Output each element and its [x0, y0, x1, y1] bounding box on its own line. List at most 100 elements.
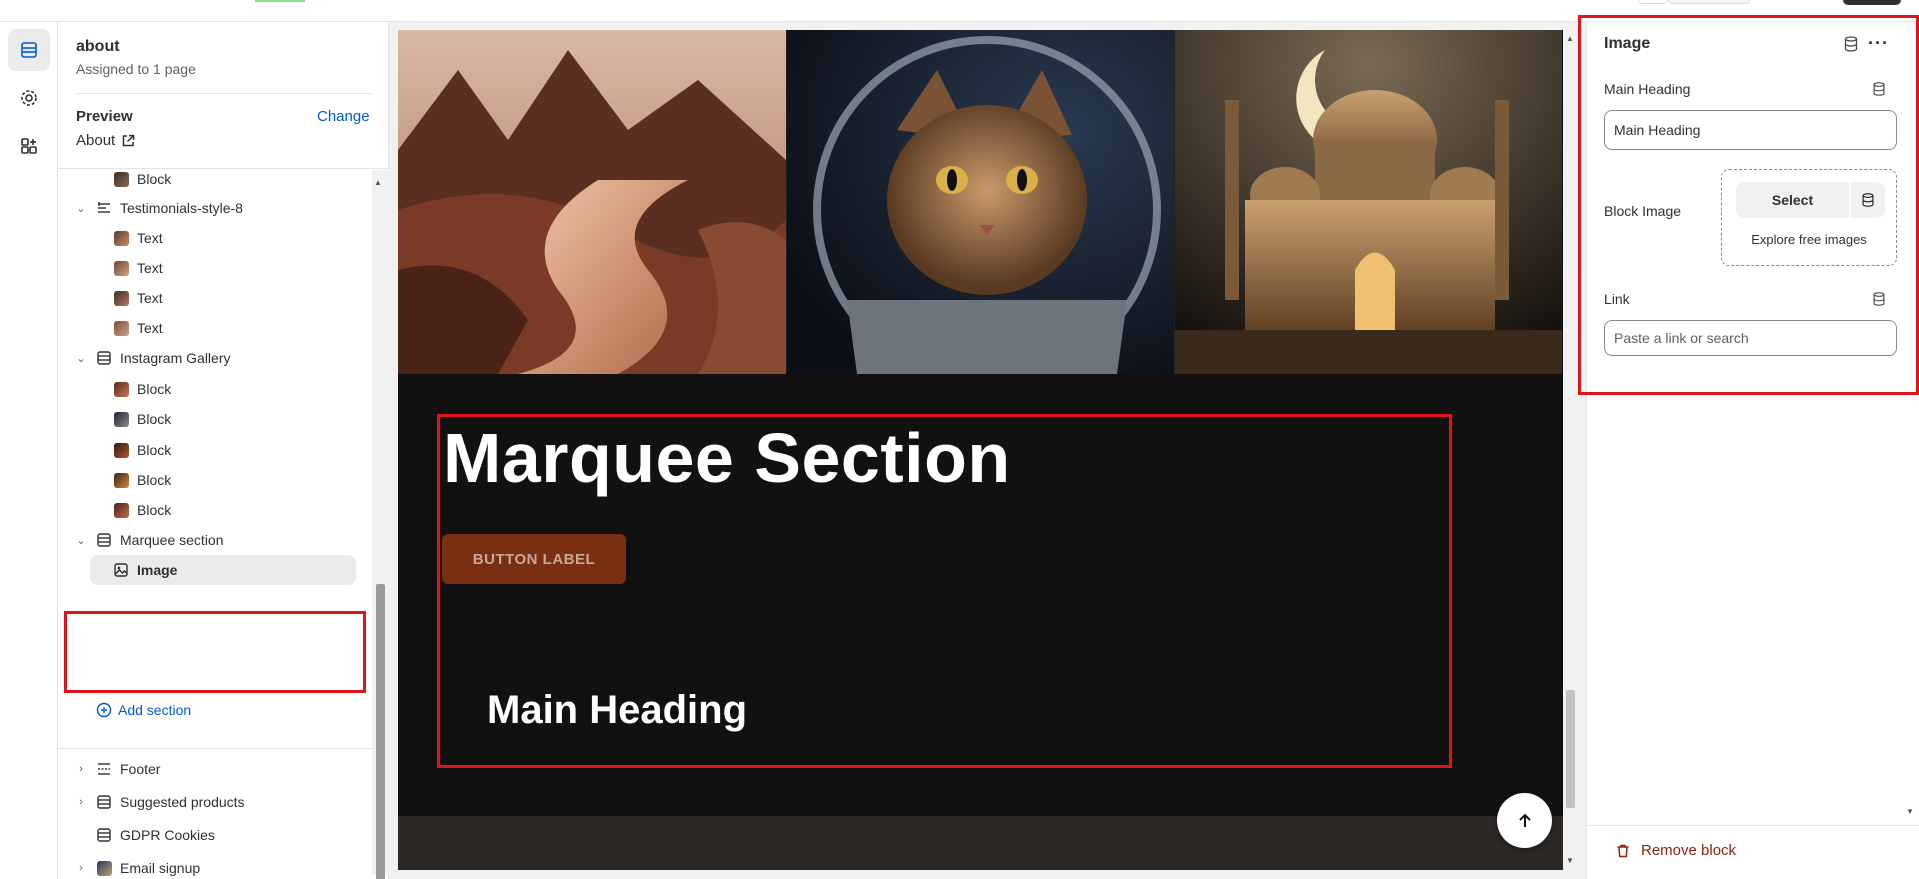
tree-item-label: Block: [137, 411, 172, 427]
block-thumbnail-icon: [113, 502, 129, 518]
marquee-cta-button[interactable]: BUTTON LABEL: [442, 534, 626, 584]
top-button-edge[interactable]: [1638, 0, 1668, 4]
block-settings-panel: Image ··· Main Heading Block Image Selec…: [1586, 22, 1919, 879]
tree-section-label: GDPR Cookies: [120, 827, 215, 843]
database-icon[interactable]: [1871, 81, 1887, 97]
block-thumbnail-icon: [113, 411, 129, 427]
tree-section-footer[interactable]: › Footer: [58, 754, 372, 784]
save-button-edge[interactable]: [1843, 0, 1901, 5]
theme-settings-button[interactable]: [8, 77, 50, 119]
tree-item-text[interactable]: Text: [58, 313, 372, 343]
preview-footer-area: [398, 816, 1563, 870]
scroll-up-icon[interactable]: ▲: [1566, 34, 1574, 43]
tree-item-label: Block: [137, 381, 172, 397]
block-thumbnail-icon: [113, 472, 129, 488]
explore-free-images-link[interactable]: Explore free images: [1722, 232, 1896, 247]
block-image-picker: Select Explore free images: [1721, 169, 1897, 266]
tree-item-label: Text: [137, 290, 163, 306]
apps-icon: [21, 138, 37, 154]
tree-item-block[interactable]: Block: [58, 170, 372, 194]
tree-section-marquee[interactable]: ⌄ Marquee section: [58, 525, 372, 555]
tree-section-email-signup[interactable]: › Email signup: [58, 853, 372, 879]
preview-scrollbar[interactable]: ▲ ▼: [1563, 30, 1578, 870]
apps-nav-button[interactable]: [8, 125, 50, 167]
arrow-up-icon: [1518, 813, 1531, 827]
chevron-right-icon[interactable]: ›: [74, 861, 88, 875]
chevron-right-icon[interactable]: ›: [74, 762, 88, 776]
section-icon: [96, 761, 112, 777]
settings-icon: [21, 90, 37, 106]
more-icon[interactable]: ···: [1868, 33, 1889, 54]
tree-item-text[interactable]: Text: [58, 253, 372, 283]
remove-block-button[interactable]: Remove block: [1615, 842, 1736, 859]
preview-scroll-thumb[interactable]: [1566, 690, 1575, 808]
remove-block-label: Remove block: [1641, 842, 1737, 859]
tree-item-block[interactable]: Block: [58, 374, 372, 404]
main-heading-input[interactable]: [1604, 110, 1897, 150]
link-input[interactable]: [1604, 320, 1897, 356]
chevron-down-icon[interactable]: ⌄: [74, 533, 88, 547]
external-link-icon: [122, 134, 135, 146]
tree-section-label: Marquee section: [120, 532, 224, 548]
add-section-button[interactable]: Add section: [96, 702, 191, 718]
tree-item-label: Text: [137, 230, 163, 246]
sections-nav-button[interactable]: [8, 29, 50, 71]
gallery-image-chocolate-landscape[interactable]: [398, 30, 786, 374]
tree-item-label: Block: [137, 472, 172, 488]
tree-section-label: Instagram Gallery: [120, 350, 231, 366]
tree-section-testimonials[interactable]: ⌄ Testimonials-style-8: [58, 193, 372, 223]
chevron-right-icon[interactable]: ›: [74, 795, 88, 809]
select-image-button[interactable]: Select: [1736, 182, 1849, 218]
gallery-image-night-mosque[interactable]: [1174, 30, 1562, 374]
tree-section-gdpr-cookies[interactable]: GDPR Cookies: [58, 820, 372, 850]
gallery-image-astronaut-cat[interactable]: [786, 30, 1174, 374]
tree-item-label: Text: [137, 320, 163, 336]
dynamic-source-button[interactable]: [1851, 182, 1885, 218]
database-icon[interactable]: [1842, 35, 1860, 53]
chevron-down-icon[interactable]: ⌄: [74, 351, 88, 365]
database-icon[interactable]: [1871, 291, 1887, 307]
tree-section-suggested-products[interactable]: › Suggested products: [58, 787, 372, 817]
chevron-down-icon[interactable]: ⌄: [74, 201, 88, 215]
link-label: Link: [1604, 291, 1630, 307]
divider: [76, 93, 371, 94]
section-icon: [96, 794, 112, 810]
sections-icon: [21, 42, 37, 58]
panel-title: Image: [1604, 35, 1651, 52]
avatar-thumbnail-icon: [113, 260, 129, 276]
tree-section-instagram-gallery[interactable]: ⌄ Instagram Gallery: [58, 343, 372, 373]
tree-section-label: Email signup: [120, 860, 201, 876]
change-preview-link[interactable]: Change: [317, 108, 370, 125]
template-name: about: [76, 38, 120, 55]
app-rail: [0, 22, 58, 879]
sidebar-scroll-thumb[interactable]: [376, 584, 385, 879]
tree-item-text[interactable]: Text: [58, 223, 372, 253]
top-button-edge[interactable]: [1668, 0, 1750, 4]
image-icon: [113, 562, 129, 578]
storefront-preview: Marquee Section BUTTON LABEL Main Headin…: [398, 30, 1563, 870]
tree-item-text[interactable]: Text: [58, 283, 372, 313]
block-thumbnail-icon: [113, 171, 129, 187]
tree-item-block[interactable]: Block: [58, 495, 372, 525]
tree-item-label: Text: [137, 260, 163, 276]
tree-item-block[interactable]: Block: [58, 404, 372, 434]
section-thumbnail-icon: [96, 860, 112, 876]
preview-page-label: About: [76, 132, 116, 149]
tree-item-block[interactable]: Block: [58, 435, 372, 465]
tree-item-label: Image: [137, 562, 178, 578]
section-icon: [96, 532, 112, 548]
section-icon: [96, 350, 112, 366]
preview-label: Preview: [76, 108, 133, 125]
divider: [1587, 825, 1919, 826]
tree-item-image-selected[interactable]: Image: [90, 555, 356, 585]
block-image-label: Block Image: [1604, 203, 1682, 219]
tree-item-block[interactable]: Block: [58, 465, 372, 495]
section-icon: [96, 827, 112, 843]
back-to-top-button[interactable]: [1497, 793, 1552, 848]
scroll-down-icon[interactable]: ▼: [1906, 807, 1914, 816]
tree-item-label: Block: [137, 442, 172, 458]
preview-page-link[interactable]: About: [76, 132, 135, 149]
scroll-down-icon[interactable]: ▼: [1566, 856, 1574, 865]
scroll-up-icon[interactable]: ▲: [374, 178, 382, 187]
avatar-thumbnail-icon: [113, 320, 129, 336]
